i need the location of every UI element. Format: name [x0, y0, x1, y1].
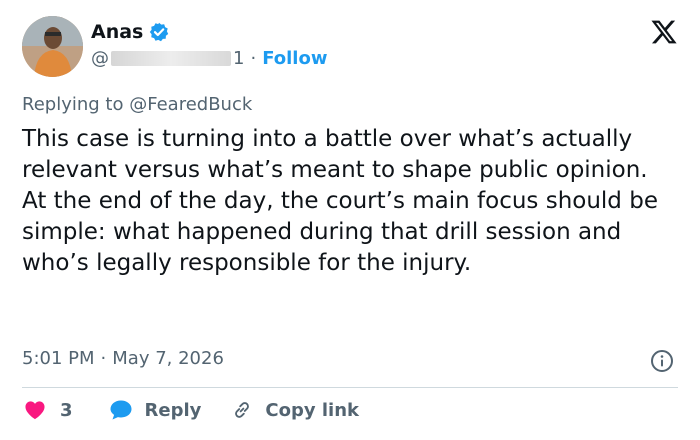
copy-link-button[interactable]: Copy link	[231, 399, 359, 421]
reply-button[interactable]: Reply	[109, 399, 202, 421]
tweet-timestamp[interactable]: 5:01 PM · May 7, 2026	[22, 348, 224, 369]
reply-bubble-icon	[110, 400, 132, 420]
tweet-paragraph: This case is turning into a battle over …	[22, 126, 648, 183]
replying-to: Replying to @FearedBuck	[22, 94, 252, 115]
reply-label: Reply	[144, 399, 202, 421]
heart-icon	[25, 401, 45, 420]
avatar[interactable]	[22, 16, 83, 77]
author-handle-prefix: @	[91, 48, 109, 69]
author-name[interactable]: Anas	[91, 21, 143, 43]
verified-badge-icon	[149, 22, 169, 42]
tweet-paragraph: At the end of the day, the court’s main …	[22, 188, 658, 276]
like-button[interactable]: 3	[24, 400, 73, 421]
redacted-handle	[111, 51, 231, 66]
copy-link-label: Copy link	[265, 399, 359, 421]
tweet-text: This case is turning into a battle over …	[22, 124, 682, 279]
replying-to-handle[interactable]: @FearedBuck	[129, 94, 252, 115]
info-icon[interactable]	[650, 349, 674, 373]
like-count: 3	[60, 399, 73, 421]
action-bar: 3 Reply Copy link	[24, 399, 359, 421]
tweet-time: 5:01 PM	[22, 348, 95, 369]
x-logo-icon[interactable]	[650, 18, 678, 46]
avatar-image	[22, 16, 83, 77]
timestamp-separator: ·	[100, 348, 107, 369]
tweet-card: Anas @ 1 · Follow Replying to @FearedBuc…	[0, 0, 700, 440]
author-handle-suffix: 1	[233, 48, 245, 69]
tweet-date: May 7, 2026	[112, 348, 224, 369]
handle-separator: ·	[250, 48, 257, 69]
follow-button[interactable]: Follow	[262, 48, 327, 69]
link-icon	[235, 402, 250, 418]
divider	[22, 387, 678, 388]
author-handle-row: @ 1 · Follow	[91, 48, 327, 69]
replying-to-prefix: Replying to	[22, 94, 124, 115]
author-name-row: Anas	[91, 21, 169, 43]
